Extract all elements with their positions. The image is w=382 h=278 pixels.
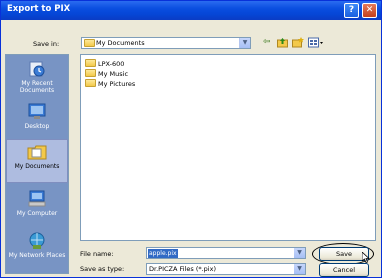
file-name: My Music [98, 70, 129, 78]
back-icon[interactable]: ⇦ [263, 37, 271, 48]
file-name-value: apple.pix [148, 249, 178, 258]
views-menu-icon[interactable] [308, 37, 324, 48]
file-name-label: File name: [80, 250, 114, 258]
file-name: My Pictures [98, 80, 136, 88]
place-label: My Network Places [8, 252, 66, 259]
my-documents-icon [27, 143, 47, 161]
folder-icon [85, 59, 98, 68]
places-bar: My Recent Documents Desktop My Documents… [5, 54, 69, 274]
my-computer-icon [27, 190, 47, 208]
chevron-down-icon[interactable]: ▼ [294, 248, 305, 258]
save-as-type-value: Dr.PICZA Files (*.pix) [149, 265, 216, 273]
place-label: Desktop [24, 123, 50, 130]
save-in-label: Save in: [33, 40, 60, 48]
list-item[interactable]: My Pictures [85, 79, 135, 89]
up-folder-icon[interactable] [277, 37, 288, 48]
chevron-down-icon: ▼ [239, 38, 250, 48]
desktop-icon [27, 103, 47, 121]
file-name-input[interactable]: apple.pix ▼ [146, 247, 306, 259]
chevron-down-icon[interactable]: ▼ [294, 264, 305, 274]
place-my-documents[interactable]: My Documents [6, 139, 68, 183]
file-list[interactable]: LPX-600 My Music My Pictures [80, 54, 376, 241]
place-label: My Computer [16, 210, 58, 217]
list-item[interactable]: My Music [85, 69, 128, 79]
recent-documents-icon [27, 60, 47, 78]
save-in-dropdown[interactable]: My Documents ▼ [81, 37, 251, 49]
list-item[interactable]: LPX-600 [85, 59, 124, 69]
title-bar[interactable]: Export to PIX ? ✕ [1, 1, 381, 20]
save-as-type-label: Save as type: [80, 265, 125, 273]
place-label: My Recent Documents [19, 80, 55, 94]
folder-icon [85, 69, 98, 78]
window-title: Export to PIX [7, 4, 71, 14]
place-my-computer[interactable]: My Computer [6, 190, 68, 217]
network-places-icon [27, 232, 47, 250]
place-label: My Documents [14, 163, 60, 170]
file-name: LPX-600 [98, 60, 125, 68]
place-my-recent-documents[interactable]: My Recent Documents [6, 60, 68, 94]
save-in-value: My Documents [96, 39, 145, 47]
close-button[interactable]: ✕ [362, 3, 377, 18]
save-as-type-dropdown[interactable]: Dr.PICZA Files (*.pix) ▼ [146, 263, 306, 275]
new-folder-icon[interactable] [292, 37, 304, 48]
place-my-network-places[interactable]: My Network Places [6, 232, 68, 259]
export-dialog: Export to PIX ? ✕ Save in: My Documents … [0, 0, 382, 278]
folder-icon [85, 79, 98, 88]
help-button[interactable]: ? [344, 3, 359, 18]
place-desktop[interactable]: Desktop [6, 103, 68, 130]
cancel-button[interactable]: Cancel [319, 263, 369, 277]
